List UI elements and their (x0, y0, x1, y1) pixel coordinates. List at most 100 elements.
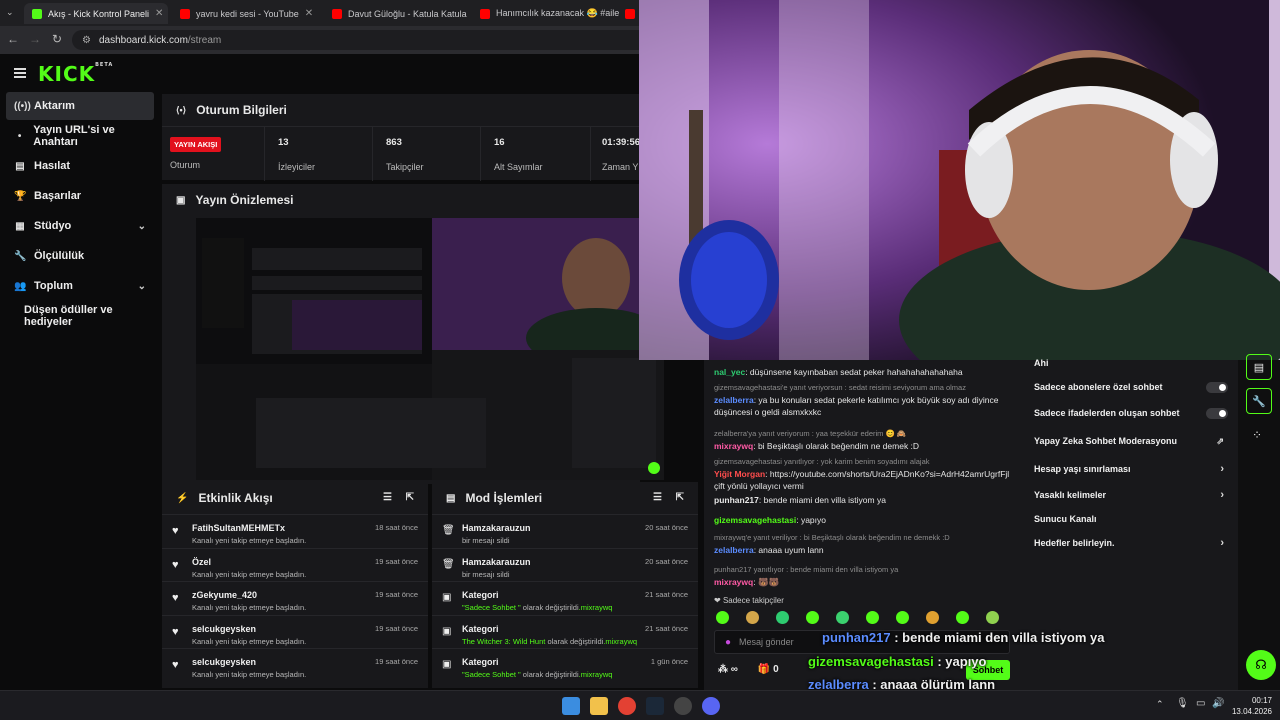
wrench-icon[interactable]: 🔧 (1246, 388, 1272, 414)
chat-message[interactable]: mixraywq'e yanıt veriliyor : bi Beşiktaş… (714, 532, 1014, 556)
chat-message[interactable]: gizemsavagehastasi yanıtlıyor : yok kari… (714, 456, 1014, 492)
emote-icon[interactable] (926, 611, 939, 625)
points-button[interactable]: ⁂ ∞ (718, 664, 738, 675)
chat-message[interactable]: gizemsavagehastasi'e yanıt veriyorsun : … (714, 382, 1014, 418)
emote-icon[interactable] (746, 611, 759, 625)
chrome-icon[interactable] (618, 697, 636, 715)
reload-icon[interactable]: ↻ (46, 32, 68, 46)
sidebar-item-6[interactable]: 🔧 Ölçülülük (6, 242, 154, 270)
tray-chevron-icon[interactable]: ⌃ (1156, 699, 1164, 710)
mod-action-row[interactable]: ▣ Kategori "Sadece Sohbet " olarak değişti… (432, 648, 698, 681)
volume-icon[interactable]: 🔊 (1212, 698, 1224, 709)
activity-row[interactable]: ♥ selcukgeysken Kanalı yeni takip etmeye b… (162, 648, 428, 681)
popout-icon[interactable]: ⇱ (406, 492, 414, 503)
settings-dots-icon[interactable]: ⁘ (1252, 428, 1262, 442)
browser-tab-4[interactable]: Hanımcılık kazanacak 😂 #aile ✕ (472, 3, 620, 24)
mod-action-row[interactable]: ▣ Kategori "Sadece Sohbet " olarak değişti… (432, 581, 698, 614)
chat-setting-7[interactable]: Sunucu Kanalı (1034, 510, 1230, 528)
chat-setting-5[interactable]: Hesap yaşı sınırlaması › (1034, 460, 1230, 478)
emote-icon[interactable] (806, 611, 819, 625)
emote-icon[interactable] (896, 611, 909, 625)
activity-row[interactable]: ♥ selcukgeysken Kanalı yeni takip etmeye b… (162, 614, 428, 648)
menu-icon[interactable] (14, 68, 26, 78)
close-icon[interactable]: ✕ (155, 8, 163, 19)
sidebar-item-7[interactable]: 👥 Toplum ⌄ (6, 272, 154, 300)
microphone-icon[interactable]: 🎙 (1176, 698, 1189, 709)
overlay-username: punhan217 (822, 630, 891, 645)
mod-action-desc: bir mesajı sildi (462, 569, 510, 579)
chat-username[interactable]: zelalberra (714, 545, 754, 555)
chevron-down-icon: ⌄ (137, 280, 146, 292)
setting-toggle[interactable] (1206, 407, 1228, 419)
emote-icon[interactable] (776, 611, 789, 625)
windows-start-icon[interactable] (562, 697, 580, 715)
browser-tab-5[interactable] (622, 3, 638, 24)
chat-message[interactable]: zelalberra'ya yanıt veriyorum : yaa teşe… (714, 428, 1014, 452)
sidebar-item-5[interactable]: ▦ Stüdyo ⌄ (6, 212, 154, 240)
headset-icon[interactable]: ☊ (1246, 650, 1276, 680)
activity-row[interactable]: ♥ zGekyume_420 Kanalı yeni takip etmeye ba… (162, 581, 428, 614)
system-clock[interactable]: 00:17 13.04.2026 (1232, 695, 1272, 717)
emote-icon[interactable] (866, 611, 879, 625)
sidebar-item-2[interactable]: • Yayın URL'si ve Anahtarı (6, 122, 154, 150)
filter-icon[interactable]: ☰ (653, 492, 662, 503)
network-icon[interactable]: ▭ (1196, 698, 1205, 709)
browser-tab-2[interactable]: yavru kedi sesi - YouTube ✕ (172, 3, 320, 24)
windows-taskbar: ⌃ 🎙 ▭ 🔊 00:17 13.04.2026 (0, 690, 1280, 720)
chat-username[interactable]: punhan217 (714, 495, 759, 505)
gift-button[interactable]: 🎁 0 (758, 664, 779, 675)
chat-setting-6[interactable]: Yasaklı kelimeler › (1034, 486, 1230, 504)
chat-setting-1[interactable]: Ahi (1034, 354, 1230, 372)
url-field[interactable]: ⚙ dashboard.kick.com/stream (72, 30, 652, 50)
chat-username[interactable]: zelalberra (714, 395, 754, 405)
chat-username[interactable]: mixraywq (714, 441, 753, 451)
obs-icon[interactable] (674, 697, 692, 715)
back-icon[interactable]: ← (2, 32, 24, 46)
chat-username[interactable]: nal_yec (714, 367, 745, 377)
activity-row[interactable]: ♥ FatihSultanMEHMETx Kanalı yeni takip etm… (162, 514, 428, 547)
emote-icon[interactable] (986, 611, 999, 625)
sidebar-item-3[interactable]: ▤ Hasılat (6, 152, 154, 180)
sidebar-item-4[interactable]: 🏆 Başarılar (6, 182, 154, 210)
chat-message[interactable]: gizemsavagehastasi: yapıyo (714, 514, 1014, 526)
dashboard-icon[interactable]: ▤ (1246, 354, 1272, 380)
reply-context: gizemsavagehastasi yanıtlıyor : yok kari… (714, 457, 930, 466)
filter-icon[interactable]: ☰ (383, 492, 392, 503)
browser-tab-3[interactable]: Davut Güloğlu - Katula Katula ✕ (324, 3, 468, 24)
mod-action-row[interactable]: 🗑 Hamzakarauzun bir mesajı sildi 20 saat ön… (432, 514, 698, 547)
discord-icon[interactable] (702, 697, 720, 715)
chat-message[interactable]: punhan217 yanıtlıyor : bende miami den v… (714, 564, 1014, 588)
mod-action-row[interactable]: 🗑 Hamzakarauzun bir mesajı sildi 20 saat ön… (432, 547, 698, 581)
kick-logo[interactable]: KICKBETA (38, 62, 113, 86)
forward-icon[interactable]: → (24, 32, 46, 46)
browser-tab-1[interactable]: Akış - Kick Kontrol Paneli ✕ (24, 3, 168, 24)
sidebar-item-8[interactable]: Düşen ödüller ve hediyeler (6, 302, 154, 330)
chat-username[interactable]: mixraywq (714, 577, 753, 587)
file-explorer-icon[interactable] (590, 697, 608, 715)
chat-setting-2[interactable]: Sadece abonelere özel sohbet (1034, 378, 1230, 396)
chat-message[interactable]: nal_yec: düşünsene kayınbaban sedat peke… (714, 366, 1014, 378)
chat-setting-8[interactable]: Hedefler belirleyin. › (1034, 534, 1230, 552)
tab-search-icon[interactable]: ⌄ (6, 7, 14, 18)
emote-icon[interactable] (956, 611, 969, 625)
chat-setting-3[interactable]: Sadece ifadelerden oluşan sohbet (1034, 404, 1230, 422)
activity-row[interactable]: ♥ Özel Kanalı yeni takip etmeye başladın. 1… (162, 547, 428, 581)
popout-icon[interactable]: ⇱ (676, 492, 684, 503)
emote-picker-icon[interactable]: ● (725, 637, 731, 648)
sidebar-item-1[interactable]: ((•)) Aktarım (6, 92, 154, 120)
chat-username[interactable]: gizemsavagehastasi (714, 515, 796, 525)
chat-username[interactable]: Yiğit Morgan (714, 469, 765, 479)
chat-message[interactable]: punhan217: bende miami den villa istiyom… (714, 494, 1014, 506)
mod-action-row[interactable]: ▣ Kategori The Witcher 3: Wild Hunt olarak… (432, 614, 698, 648)
overlay-text: : bende miami den villa istiyom ya (890, 630, 1105, 645)
setting-toggle[interactable] (1206, 381, 1228, 393)
close-icon[interactable]: ✕ (305, 8, 313, 19)
panel-title: Etkinlik Akışı (198, 491, 273, 505)
stream-preview-header: ▣ Yayın Önizlemesi (162, 184, 640, 216)
stream-preview-video[interactable] (196, 218, 664, 480)
steam-icon[interactable] (646, 697, 664, 715)
site-info-icon[interactable]: ⚙ (82, 35, 91, 46)
emote-icon[interactable] (836, 611, 849, 625)
chat-setting-4[interactable]: Yapay Zeka Sohbet Moderasyonu ⇗ (1034, 432, 1230, 450)
emote-icon[interactable] (716, 611, 729, 625)
